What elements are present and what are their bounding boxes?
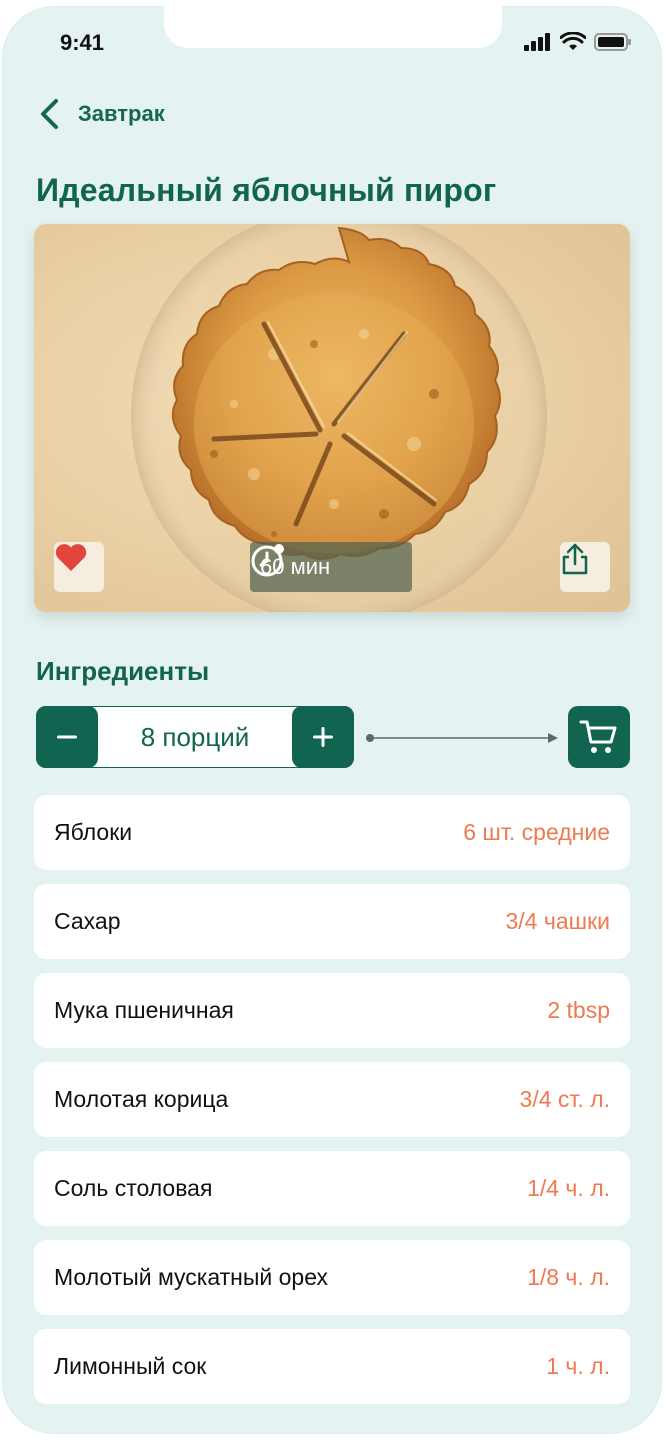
- ingredient-quantity: 1/4 ч. л.: [527, 1175, 610, 1201]
- ingredient-name: Сахар: [54, 908, 121, 934]
- heart-icon: [55, 544, 87, 571]
- ingredient-quantity: 3/4 чашки: [505, 908, 611, 934]
- status-time: 9:41: [60, 30, 105, 55]
- plus-icon: [313, 727, 333, 747]
- recipe-image: 60 мин: [34, 224, 630, 612]
- ingredient-quantity: 3/4 ст. л.: [519, 1086, 610, 1112]
- status-icons: [524, 32, 632, 52]
- ingredient-quantity: 1 ч. л.: [546, 1353, 610, 1379]
- servings-label: 8 порций: [140, 722, 250, 752]
- decrease-servings-button[interactable]: [36, 706, 98, 768]
- ingredient-name: Лимонный сок: [54, 1353, 207, 1379]
- arrow-connector: [366, 733, 558, 743]
- servings-stepper: 8 порций: [36, 706, 354, 768]
- increase-servings-button[interactable]: [292, 706, 354, 768]
- ingredients-list: Яблоки 6 шт. средние Сахар 3/4 чашки Мук…: [34, 795, 630, 1418]
- ingredient-row[interactable]: Сахар 3/4 чашки: [34, 884, 630, 959]
- ingredient-row[interactable]: Мука пшеничная 2 tbsp: [34, 973, 630, 1048]
- ingredient-name: Соль столовая: [54, 1175, 213, 1201]
- notch: [164, 6, 502, 48]
- wifi-icon: [560, 32, 586, 50]
- ingredient-row[interactable]: Соль столовая 1/4 ч. л.: [34, 1151, 630, 1226]
- clock-icon: [251, 544, 284, 577]
- ingredient-name: Мука пшеничная: [54, 997, 234, 1023]
- ingredient-quantity: 1/8 ч. л.: [527, 1264, 610, 1290]
- back-label: Завтрак: [78, 101, 165, 126]
- chevron-left-icon: [41, 99, 58, 129]
- ingredient-quantity: 2 tbsp: [547, 997, 610, 1023]
- cellular-signal-icon: [524, 33, 550, 51]
- share-button[interactable]: [560, 542, 610, 592]
- back-button[interactable]: Завтрак: [38, 98, 165, 130]
- cart-icon: [579, 720, 617, 753]
- battery-icon: [594, 33, 631, 51]
- recipe-title: Идеальный яблочный пирог: [36, 172, 497, 208]
- ingredient-name: Молотая корица: [54, 1086, 229, 1112]
- cook-time-badge: 60 мин: [250, 542, 412, 592]
- ingredients-title: Ингредиенты: [36, 656, 210, 686]
- ingredient-row[interactable]: Лимонный сок 1 ч. л.: [34, 1329, 630, 1404]
- phone-screen: 9:41 Завтрак Идеальный яблочный пирог 60…: [2, 6, 662, 1434]
- minus-icon: [57, 735, 77, 739]
- add-to-cart-button[interactable]: [568, 706, 630, 768]
- ingredient-row[interactable]: Яблоки 6 шт. средние: [34, 795, 630, 870]
- favorite-button[interactable]: [54, 542, 104, 592]
- ingredient-name: Молотый мускатный орех: [54, 1264, 329, 1290]
- ingredient-row[interactable]: Молотая корица 3/4 ст. л.: [34, 1062, 630, 1137]
- ingredient-name: Яблоки: [54, 819, 133, 845]
- ingredient-row[interactable]: Молотый мускатный орех 1/8 ч. л.: [34, 1240, 630, 1315]
- share-icon: [562, 543, 588, 575]
- ingredient-quantity: 6 шт. средние: [463, 819, 610, 845]
